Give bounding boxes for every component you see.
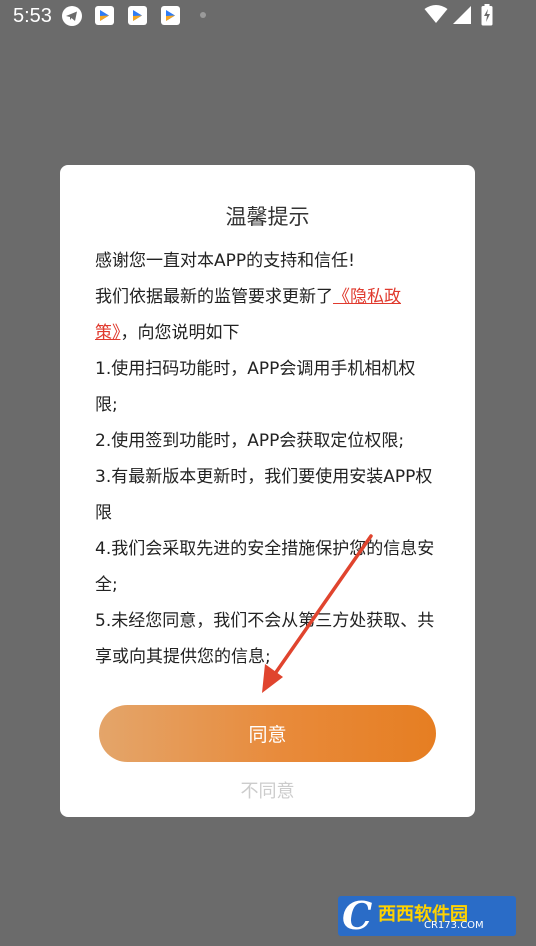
permission-item-camera: 1.使用扫码功能时，APP会调用手机相机权限; xyxy=(95,359,416,415)
more-notifications-dot-icon xyxy=(200,12,206,18)
app-notification-icon xyxy=(128,6,147,25)
wifi-icon xyxy=(424,4,448,29)
watermark-letter: C xyxy=(342,896,373,936)
app-notification-icon xyxy=(161,6,180,25)
permission-item-install: 3.有最新版本更新时，我们要使用安装APP权限 xyxy=(95,467,433,523)
permission-item-third-party: 5.未经您同意，我们不会从第三方处获取、共享或向其提供您的信息; xyxy=(95,611,435,667)
watermark-domain: CR173.COM xyxy=(424,920,484,931)
status-bar: 5:53 xyxy=(0,0,536,34)
agree-button[interactable]: 同意 xyxy=(99,705,436,762)
dialog-body: 感谢您一直对本APP的支持和信任! 我们依据最新的监管要求更新了《隐私政策》，向… xyxy=(95,243,435,675)
battery-charging-icon xyxy=(481,4,493,31)
thanks-text: 感谢您一直对本APP的支持和信任! xyxy=(95,251,355,271)
app-notification-icon xyxy=(95,6,114,25)
disagree-button[interactable]: 不同意 xyxy=(60,777,475,803)
permission-item-security: 4.我们会采取先进的安全措施保护您的信息安全; xyxy=(95,539,435,595)
policy-update-suffix: ，向您说明如下 xyxy=(120,323,240,343)
telegram-icon xyxy=(62,6,82,26)
watermark-logo: C 西西软件园 CR173.COM xyxy=(338,896,516,936)
cellular-signal-icon xyxy=(452,5,472,30)
status-time: 5:53 xyxy=(13,5,52,27)
dialog-title: 温馨提示 xyxy=(225,205,310,229)
policy-update-prefix: 我们依据最新的监管要求更新了 xyxy=(95,287,333,307)
permission-item-location: 2.使用签到功能时，APP会获取定位权限; xyxy=(95,431,405,451)
privacy-dialog: 温馨提示 感谢您一直对本APP的支持和信任! 我们依据最新的监管要求更新了《隐私… xyxy=(60,165,475,817)
policy-update-text: 我们依据最新的监管要求更新了《隐私政策》，向您说明如下 xyxy=(95,279,435,351)
